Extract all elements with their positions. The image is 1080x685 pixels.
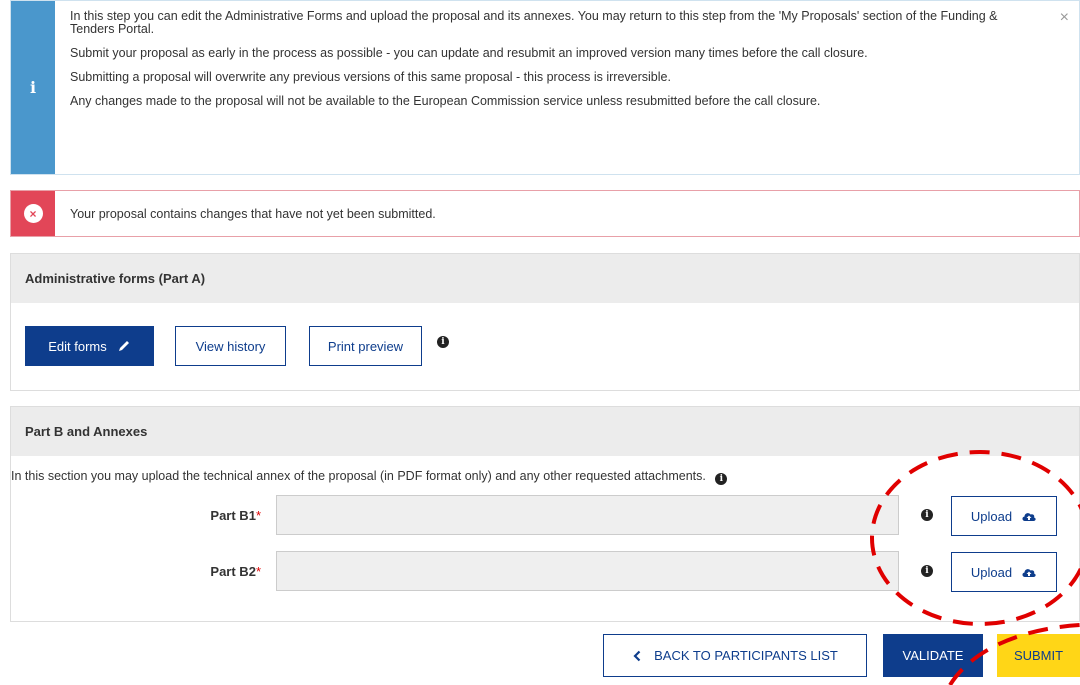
validate-label: VALIDATE <box>902 648 964 663</box>
back-label: BACK TO PARTICIPANTS LIST <box>654 648 838 663</box>
info-icon[interactable]: i <box>921 565 933 577</box>
info-paragraph: In this step you can edit the Administra… <box>70 9 998 36</box>
info-icon[interactable]: i <box>437 336 449 348</box>
error-message: Your proposal contains changes that have… <box>70 207 436 221</box>
close-icon[interactable]: × <box>1060 9 1069 27</box>
required-marker: * <box>255 508 261 523</box>
part-b1-label: Part B1* <box>111 508 261 523</box>
upload-part-b2-button[interactable]: Upload <box>951 552 1057 592</box>
upload-label: Upload <box>970 564 1013 580</box>
error-banner: × Your proposal contains changes that ha… <box>10 190 1080 237</box>
chevron-left-icon <box>633 650 641 661</box>
error-stripe: × <box>11 191 55 236</box>
part-b-panel: Part B and Annexes In this section you m… <box>10 406 1080 622</box>
info-icon: i <box>11 1 55 174</box>
pencil-icon <box>118 341 129 351</box>
cloud-upload-icon <box>1022 569 1036 577</box>
part-b-description: In this section you may upload the techn… <box>11 469 911 485</box>
print-preview-button[interactable]: Print preview <box>309 326 422 366</box>
part-b-description-text: In this section you may upload the techn… <box>11 469 706 483</box>
info-paragraph: Submitting a proposal will overwrite any… <box>70 70 671 84</box>
info-paragraph: Submit your proposal as early in the pro… <box>70 46 868 60</box>
back-to-participants-button[interactable]: BACK TO PARTICIPANTS LIST <box>603 634 867 677</box>
part-b2-label-text: Part B2 <box>210 564 256 579</box>
edit-forms-label: Edit forms <box>48 338 107 354</box>
panel-title: Administrative forms (Part A) <box>11 254 1079 303</box>
info-text: In this step you can edit the Administra… <box>70 10 1030 119</box>
cloud-upload-icon <box>1022 513 1036 521</box>
upload-label: Upload <box>970 508 1013 524</box>
error-icon: × <box>23 204 43 223</box>
view-history-button[interactable]: View history <box>175 326 286 366</box>
info-icon[interactable]: i <box>715 473 728 485</box>
edit-forms-button[interactable]: Edit forms <box>25 326 154 366</box>
panel-title: Part B and Annexes <box>11 407 1079 456</box>
submit-button[interactable]: SUBMIT <box>997 634 1080 677</box>
part-b1-label-text: Part B1 <box>210 508 256 523</box>
part-b2-file-field[interactable] <box>276 551 899 591</box>
upload-part-b1-button[interactable]: Upload <box>951 496 1057 536</box>
info-banner: i In this step you can edit the Administ… <box>10 0 1080 175</box>
validate-button[interactable]: VALIDATE <box>883 634 983 677</box>
part-b1-file-field[interactable] <box>276 495 899 535</box>
view-history-label: View history <box>195 338 266 354</box>
submit-label: SUBMIT <box>1013 648 1064 663</box>
required-marker: * <box>255 564 261 579</box>
info-paragraph: Any changes made to the proposal will no… <box>70 94 821 108</box>
info-icon[interactable]: i <box>921 509 933 521</box>
part-b2-label: Part B2* <box>111 564 261 579</box>
administrative-forms-panel: Administrative forms (Part A) Edit forms… <box>10 253 1080 391</box>
print-preview-label: Print preview <box>327 338 404 354</box>
